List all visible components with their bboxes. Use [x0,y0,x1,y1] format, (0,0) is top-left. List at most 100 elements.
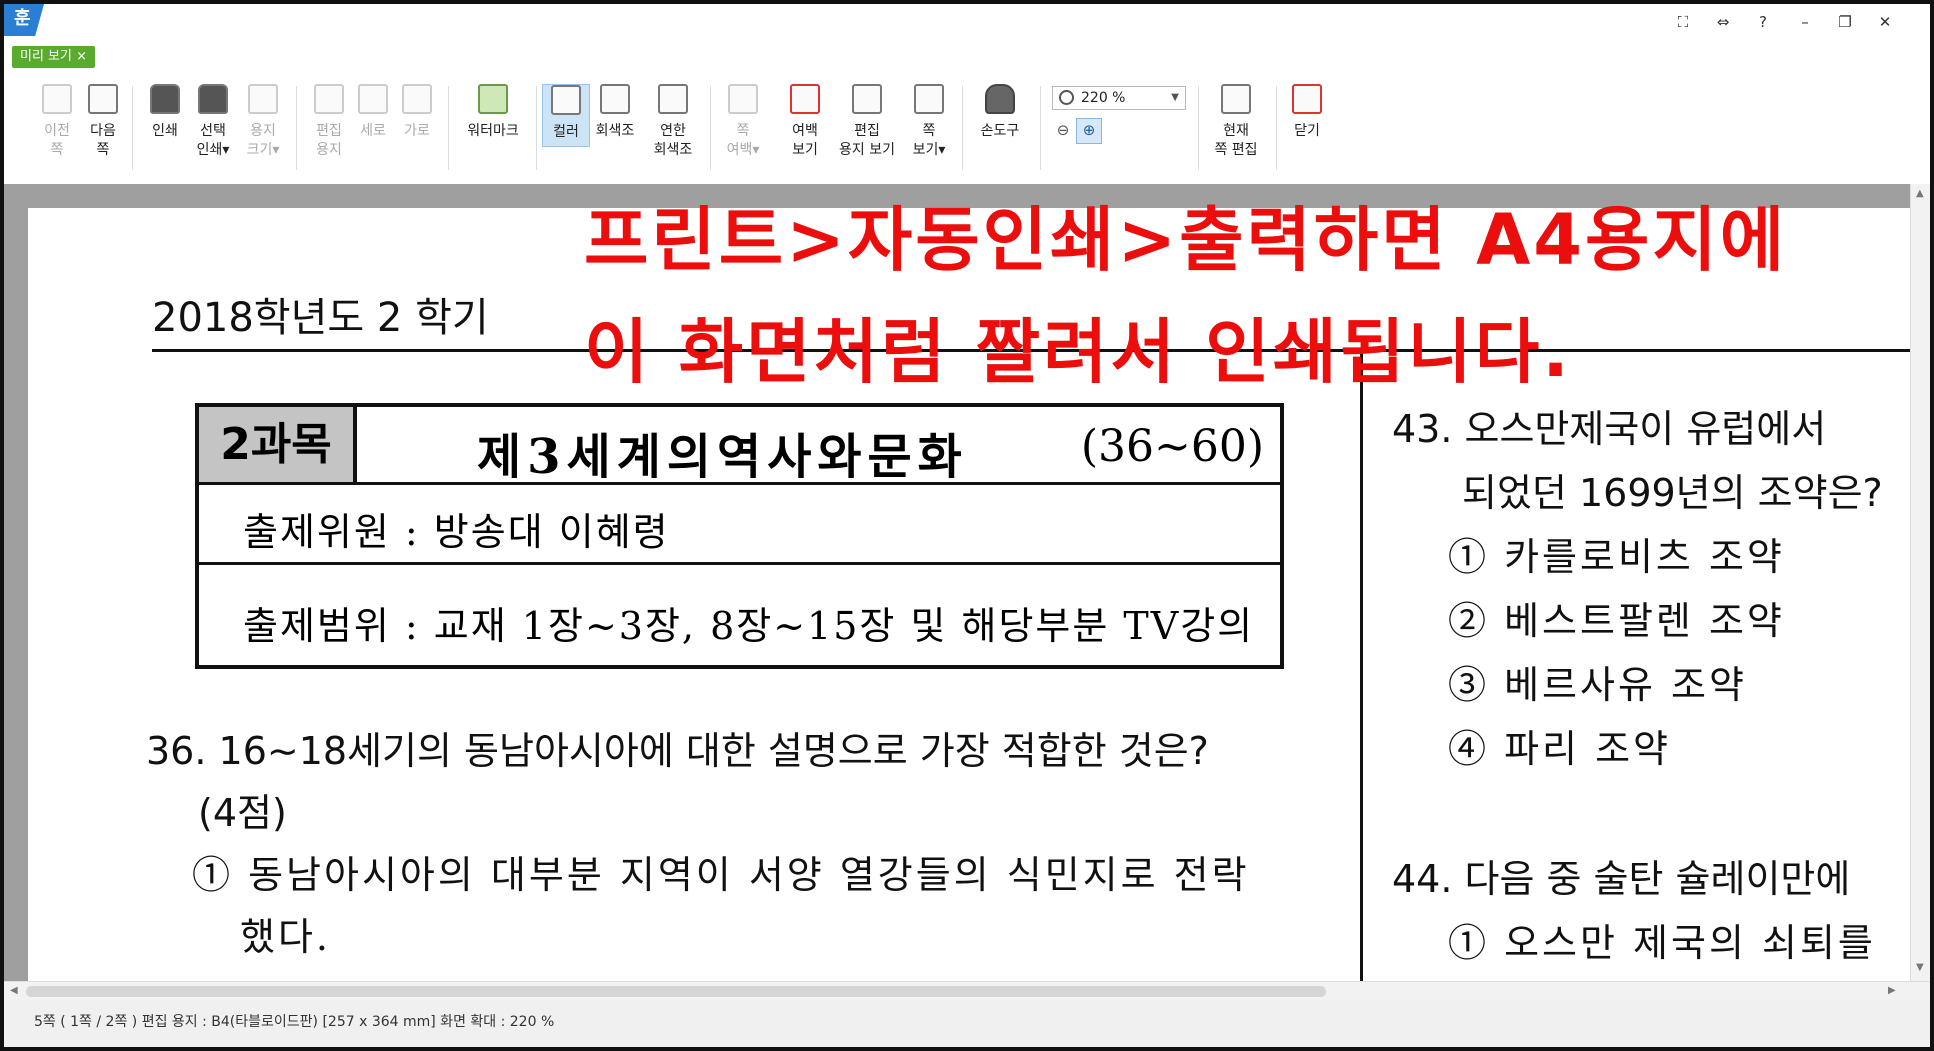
prev-page-button[interactable]: 이전 쪽 [34,84,80,160]
watermark-icon [478,84,508,114]
view-edit-paper-button[interactable]: 편집 용지 보기 [836,84,898,160]
watermark-label: 워터마크 [467,123,519,139]
scroll-down-icon[interactable]: ▼ [1916,962,1924,973]
arrow-right-page-icon [88,84,118,114]
prev-page-label: 이전 쪽 [44,123,70,158]
examiner-text: 출제위원 : 방송대 이혜령 [243,510,670,554]
page-view-label: 쪽 보기▾ [912,123,946,158]
restore-button[interactable]: ❐ [1832,10,1858,34]
color-label: 컬러 [553,124,579,140]
q44-text: 44. 다음 중 술탄 슐레이만에 [1392,857,1851,901]
zoom-out-button[interactable]: ⊖ [1050,118,1076,144]
margin-view-icon [790,84,820,114]
paper-size-button[interactable]: 용지 크기▾ [240,84,286,160]
status-text: 5쪽 ( 1쪽 / 2쪽 ) 편집 용지 : B4(타블로이드판) [257 x… [34,1014,555,1030]
subject-title: 제3세계의역사와문화 [477,429,968,485]
edit-current-page-button[interactable]: 현재 쪽 편집 [1208,84,1264,160]
edit-paper-view-icon [852,84,882,114]
paper-size-label: 용지 크기▾ [246,123,280,158]
annotation-line-1: 프린트>자동인쇄>출력하면 A4용지에 [584,199,1788,281]
magnifier-icon [1059,90,1074,105]
landscape-button[interactable]: 가로 [394,84,440,141]
scroll-right-icon[interactable]: ▶ [1888,985,1896,996]
landscape-icon [402,84,432,114]
portrait-label: 세로 [360,123,386,139]
page-margin-icon [728,84,758,114]
view-edit-paper-label: 편집 용지 보기 [839,123,895,158]
q36-option-1-cont: 했다. [240,915,331,959]
question-range: (36∼60) [1080,421,1264,472]
arrow-left-page-icon [42,84,72,114]
ribbon-toolbar: 이전 쪽 다음 쪽 인쇄 선택 인쇄▾ 용지 크기▾ 편집 용지 세로 가로 워… [4,74,1930,185]
document-page: 2018학년도 2 학기 2과목 제3세계의역사와문화 (36∼60) 출제위원… [28,199,1910,981]
print-label: 인쇄 [152,123,178,139]
app-logo-icon: 훈 [4,4,44,36]
page-grid-icon [914,84,944,114]
status-bar: 5쪽 ( 1쪽 / 2쪽 ) 편집 용지 : B4(타블로이드판) [257 x… [4,1001,1930,1047]
close-window-button[interactable]: ✕ [1872,10,1898,34]
select-printer-icon [198,84,228,114]
watermark-button[interactable]: 워터마크 [462,84,524,141]
expand-width-icon[interactable]: ⇔ [1710,10,1736,34]
horizontal-scrollbar[interactable]: ◀ ▶ [4,981,1930,1002]
document-viewport[interactable]: 2018학년도 2 학기 2과목 제3세계의역사와문화 (36∼60) 출제위원… [4,184,1910,981]
color-button[interactable]: 컬러 [542,84,590,147]
scroll-left-icon[interactable]: ◀ [10,985,18,996]
next-page-label: 다음 쪽 [90,123,116,158]
next-page-button[interactable]: 다음 쪽 [80,84,126,160]
chevron-down-icon: ▼ [1171,92,1179,103]
edit-page-icon [1221,84,1251,114]
q43-option-4: ④ 파리 조약 [1448,727,1671,771]
page-view-button[interactable]: 쪽 보기▾ [906,84,952,160]
page-margin-button[interactable]: 쪽 여백▾ [720,84,766,160]
close-preview-label: 닫기 [1294,123,1320,139]
help-button[interactable]: ? [1750,10,1776,34]
q43-option-2: ② 베스트팔렌 조약 [1448,599,1785,643]
q43-text: 43. 오스만제국이 유럽에서 [1392,407,1827,451]
edit-paper-icon [314,84,344,114]
close-preview-button[interactable]: 닫기 [1284,84,1330,141]
portrait-icon [358,84,388,114]
landscape-label: 가로 [404,123,430,139]
preview-tab[interactable]: 미리 보기 × [12,46,95,68]
vertical-scrollbar[interactable]: ▲ ▼ [1910,184,1931,981]
q44-option-1: ① 오스만 제국의 쇠퇴를 [1448,921,1876,965]
title-bar: 훈 ⛶ ⇔ ? – ❐ ✕ [4,4,1930,40]
exit-icon [1292,84,1322,114]
light-gray-button[interactable]: 연한 회색조 [646,84,700,160]
minimize-button[interactable]: – [1792,10,1818,34]
grayscale-button[interactable]: 회색조 [592,84,638,141]
edit-paper-button[interactable]: 편집 용지 [306,84,352,160]
grayscale-page-icon [600,84,630,114]
light-gray-page-icon [658,84,688,114]
hand-icon [985,84,1015,114]
view-margin-button[interactable]: 여백 보기 [782,84,828,160]
print-button[interactable]: 인쇄 [142,84,188,141]
q36-option-2: ② 동남아시아의 무역이 ... [192,970,665,981]
zoom-select[interactable]: 220 % ▼ [1052,86,1186,110]
printer-icon [150,84,180,114]
hand-tool-label: 손도구 [980,123,1020,139]
fit-window-icon[interactable]: ⛶ [1670,10,1696,34]
edit-paper-label: 편집 용지 [316,123,342,158]
select-print-label: 선택 인쇄▾ [196,123,230,158]
q43-option-3: ③ 베르사유 조약 [1448,663,1747,707]
column-divider [1360,351,1363,981]
scroll-thumb[interactable] [26,986,1326,997]
exam-header-title: 2018학년도 2 학기 [152,295,489,341]
light-gray-label: 연한 회색조 [653,123,693,158]
edit-current-page-label: 현재 쪽 편집 [1214,123,1258,158]
hand-tool-button[interactable]: 손도구 [972,84,1028,141]
portrait-button[interactable]: 세로 [350,84,396,141]
zoom-in-button[interactable]: ⊕ [1076,118,1102,144]
scope-text: 출제범위 : 교재 1장∼3장, 8장∼15장 및 해당부분 TV강의 [243,604,1255,648]
tab-row: 미리 보기 × [4,40,1930,74]
scroll-up-icon[interactable]: ▲ [1916,188,1924,199]
select-print-button[interactable]: 선택 인쇄▾ [190,84,236,160]
zoom-value: 220 % [1081,90,1126,106]
q36-points: (4점) [198,791,287,835]
q36-text: 36. 16∼18세기의 동남아시아에 대한 설명으로 가장 적합한 것은? [146,729,1209,773]
q36-option-1: ① 동남아시아의 대부분 지역이 서양 열강들의 식민지로 전락 [192,853,1250,897]
subject-info-box: 2과목 제3세계의역사와문화 (36∼60) 출제위원 : 방송대 이혜령 출제… [195,403,1284,669]
page-margin-label: 쪽 여백▾ [726,123,760,158]
